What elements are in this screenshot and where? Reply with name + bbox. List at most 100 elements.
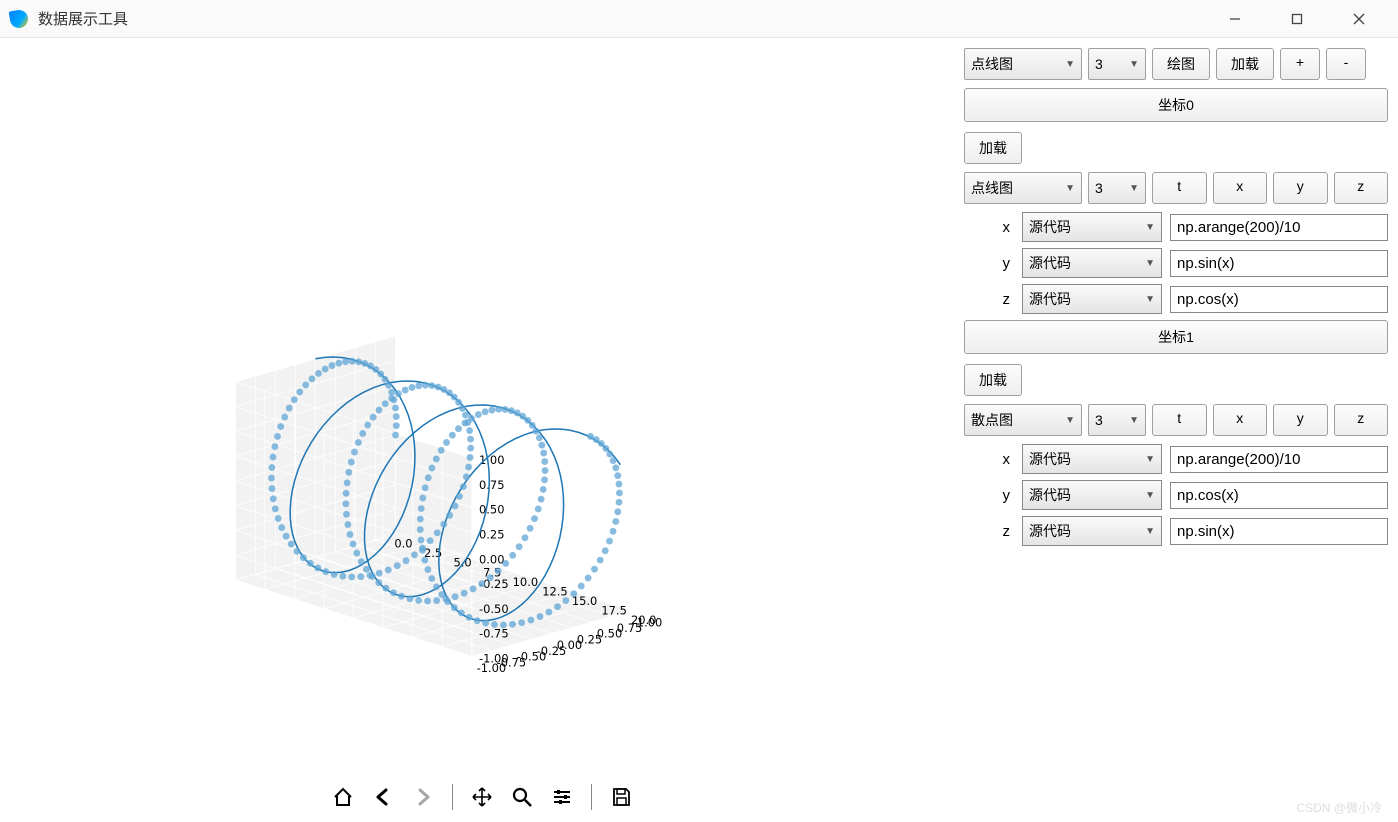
chevron-down-icon: ▼ xyxy=(1145,454,1155,465)
home-icon[interactable] xyxy=(326,780,360,814)
chevron-down-icon: ▼ xyxy=(1145,258,1155,269)
svg-text:10.0: 10.0 xyxy=(513,575,538,589)
axis-label-y: y xyxy=(970,255,1014,272)
section-dimension-select[interactable]: 3 ▼ xyxy=(1088,404,1146,436)
axis-button-t[interactable]: t xyxy=(1152,172,1207,204)
axis-expr-input[interactable] xyxy=(1170,482,1388,509)
axis-source-select[interactable]: 源代码 ▼ xyxy=(1022,248,1162,278)
watermark: CSDN @微小冷 xyxy=(1296,799,1382,816)
select-value: 源代码 xyxy=(1029,253,1071,273)
titlebar: 数据展示工具 xyxy=(0,0,1398,38)
forward-icon[interactable] xyxy=(406,780,440,814)
window-title: 数据展示工具 xyxy=(38,8,128,29)
top-chart-type-select[interactable]: 点线图 ▼ xyxy=(964,48,1082,80)
chevron-down-icon: ▼ xyxy=(1145,526,1155,537)
separator xyxy=(452,784,453,810)
axis-row: y 源代码 ▼ xyxy=(970,480,1388,510)
axis-source-select[interactable]: 源代码 ▼ xyxy=(1022,444,1162,474)
separator xyxy=(591,784,592,810)
svg-text:12.5: 12.5 xyxy=(542,584,567,598)
select-value: 3 xyxy=(1095,56,1125,72)
svg-text:-0.50: -0.50 xyxy=(479,602,509,616)
axes-3d: 0.02.55.07.510.012.515.017.520.0-1.00-0.… xyxy=(220,178,800,738)
svg-text:0.75: 0.75 xyxy=(479,478,504,492)
coord-header-0[interactable]: 坐标0 xyxy=(964,88,1388,122)
section-chart-type-select[interactable]: 散点图 ▼ xyxy=(964,404,1082,436)
chevron-down-icon: ▼ xyxy=(1145,222,1155,233)
select-value: 点线图 xyxy=(971,54,1061,74)
select-value: 源代码 xyxy=(1029,289,1071,309)
axis-button-x[interactable]: x xyxy=(1213,404,1268,436)
side-panel: 点线图 ▼ 3 ▼ 绘图 加载 + - 坐标0加载 点线图 ▼ 3 ▼ txyz… xyxy=(964,38,1398,822)
pan-icon[interactable] xyxy=(465,780,499,814)
axis-source-select[interactable]: 源代码 ▼ xyxy=(1022,480,1162,510)
axis-row: x 源代码 ▼ xyxy=(970,212,1388,242)
select-value: 3 xyxy=(1095,180,1125,196)
section-load-button[interactable]: 加载 xyxy=(964,364,1022,396)
window-controls xyxy=(1218,5,1388,33)
close-button[interactable] xyxy=(1342,5,1376,33)
axis-expr-input[interactable] xyxy=(1170,518,1388,545)
svg-text:0.0: 0.0 xyxy=(394,537,412,551)
mpl-toolbar xyxy=(0,778,964,822)
axis-source-select[interactable]: 源代码 ▼ xyxy=(1022,212,1162,242)
axis-expr-input[interactable] xyxy=(1170,250,1388,277)
chevron-down-icon: ▼ xyxy=(1065,59,1075,70)
minus-button[interactable]: - xyxy=(1326,48,1366,80)
select-value: 散点图 xyxy=(971,410,1061,430)
axis-expr-input[interactable] xyxy=(1170,286,1388,313)
select-value: 源代码 xyxy=(1029,485,1071,505)
axis-row: x 源代码 ▼ xyxy=(970,444,1388,474)
select-value: 3 xyxy=(1095,412,1125,428)
section-load-button[interactable]: 加载 xyxy=(964,132,1022,164)
svg-text:0.25: 0.25 xyxy=(479,528,504,542)
chevron-down-icon: ▼ xyxy=(1145,490,1155,501)
svg-text:0.00: 0.00 xyxy=(479,552,504,566)
load-button[interactable]: 加载 xyxy=(1216,48,1274,80)
svg-text:-1.00: -1.00 xyxy=(479,652,509,666)
section-chart-type-select[interactable]: 点线图 ▼ xyxy=(964,172,1082,204)
axis-source-select[interactable]: 源代码 ▼ xyxy=(1022,284,1162,314)
axis-source-select[interactable]: 源代码 ▼ xyxy=(1022,516,1162,546)
axis-row: z 源代码 ▼ xyxy=(970,516,1388,546)
zoom-icon[interactable] xyxy=(505,780,539,814)
maximize-button[interactable] xyxy=(1280,5,1314,33)
axis-label-x: x xyxy=(970,219,1014,236)
back-icon[interactable] xyxy=(366,780,400,814)
section-dimension-select[interactable]: 3 ▼ xyxy=(1088,172,1146,204)
plot-canvas[interactable]: 0.02.55.07.510.012.515.017.520.0-1.00-0.… xyxy=(0,38,964,778)
draw-button[interactable]: 绘图 xyxy=(1152,48,1210,80)
minimize-button[interactable] xyxy=(1218,5,1252,33)
svg-text:0.50: 0.50 xyxy=(479,503,504,517)
plus-button[interactable]: + xyxy=(1280,48,1320,80)
axis-expr-input[interactable] xyxy=(1170,446,1388,473)
svg-text:-0.75: -0.75 xyxy=(479,627,509,641)
axis-button-y[interactable]: y xyxy=(1273,404,1328,436)
save-icon[interactable] xyxy=(604,780,638,814)
axis-row: z 源代码 ▼ xyxy=(970,284,1388,314)
tk-icon xyxy=(9,8,30,29)
select-value: 源代码 xyxy=(1029,449,1071,469)
chevron-down-icon: ▼ xyxy=(1065,183,1075,194)
svg-text:17.5: 17.5 xyxy=(601,603,626,617)
axis-button-y[interactable]: y xyxy=(1273,172,1328,204)
axis-button-z[interactable]: z xyxy=(1334,404,1389,436)
axis-button-t[interactable]: t xyxy=(1152,404,1207,436)
top-dimension-select[interactable]: 3 ▼ xyxy=(1088,48,1146,80)
axis-label-z: z xyxy=(970,523,1014,540)
chevron-down-icon: ▼ xyxy=(1129,183,1139,194)
chevron-down-icon: ▼ xyxy=(1065,415,1075,426)
axis-button-z[interactable]: z xyxy=(1334,172,1389,204)
axis-label-z: z xyxy=(970,291,1014,308)
svg-text:1.00: 1.00 xyxy=(637,615,662,629)
axis-label-y: y xyxy=(970,487,1014,504)
svg-text:1.00: 1.00 xyxy=(479,453,504,467)
plot-area: 0.02.55.07.510.012.515.017.520.0-1.00-0.… xyxy=(0,38,964,822)
axis-button-x[interactable]: x xyxy=(1213,172,1268,204)
coord-header-1[interactable]: 坐标1 xyxy=(964,320,1388,354)
select-value: 点线图 xyxy=(971,178,1061,198)
axis-expr-input[interactable] xyxy=(1170,214,1388,241)
axis-label-x: x xyxy=(970,451,1014,468)
configure-icon[interactable] xyxy=(545,780,579,814)
chevron-down-icon: ▼ xyxy=(1129,415,1139,426)
